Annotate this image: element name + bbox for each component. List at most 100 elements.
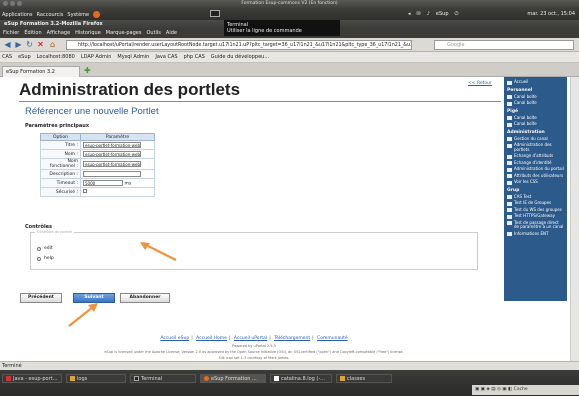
timeout-input[interactable]: 5000	[83, 179, 123, 186]
taskbar-item[interactable]: eSup Formation ...	[200, 374, 266, 383]
sidebar-item-label: Voir les CSS	[514, 179, 538, 184]
systeme-menu[interactable]: Système	[67, 12, 89, 18]
sidebar-item-label: Test du WS des groupes	[514, 206, 562, 212]
description-input[interactable]	[83, 170, 141, 177]
bookmark-item[interactable]: Java CAS	[155, 52, 177, 62]
channel-icon	[507, 101, 512, 106]
sidebar-item[interactable]: Gestion du canal	[507, 136, 564, 141]
window-controls[interactable]	[3, 1, 22, 6]
footer-link[interactable]: Téléchargement	[274, 336, 310, 341]
menu-aide[interactable]: Aide	[166, 29, 177, 38]
applications-menu[interactable]: Applications	[2, 12, 33, 18]
clock[interactable]: mar. 23 oct., 15:04	[527, 11, 575, 17]
timeout-unit: ms	[124, 181, 132, 187]
taskbar-item[interactable]: Java - esup-port...	[2, 374, 62, 383]
menu-affichage[interactable]: Affichage	[47, 29, 71, 38]
row-label: Description :	[40, 169, 81, 179]
sidebar-item[interactable]: Attributs des utilisateurs	[507, 173, 564, 178]
channel-icon	[507, 214, 512, 219]
sidebar-item[interactable]: CAS Test	[507, 194, 564, 199]
sidebar-item[interactable]: Accueil	[507, 79, 564, 85]
home-icon[interactable]: ⌂	[48, 40, 57, 49]
sidebar-item[interactable]: Test IE de Groupes	[507, 200, 564, 206]
tab-esup-formation[interactable]: eSup Formation 3.2	[2, 66, 80, 77]
taskbar-item[interactable]: logs	[66, 374, 126, 383]
stop-icon[interactable]: ✕	[36, 40, 45, 49]
precedent-button[interactable]: Précédent	[20, 293, 62, 303]
new-tab-icon[interactable]: ✚	[84, 66, 91, 75]
firefox-launcher-icon[interactable]	[93, 11, 101, 18]
bookmark-item[interactable]: Mysql Admin	[117, 52, 149, 62]
help-radio[interactable]	[37, 256, 41, 261]
sidebar-item[interactable]: Administration du portail	[507, 166, 564, 172]
menu-marque-pages[interactable]: Marque-pages	[106, 29, 142, 38]
bookmark-item[interactable]: eSup	[18, 52, 31, 62]
status-bar: Terminé	[0, 361, 579, 370]
edit-radio[interactable]	[37, 246, 41, 251]
sidebar-item[interactable]: Echange d'attributs	[507, 153, 564, 159]
retour-link[interactable]: << Retour	[468, 81, 492, 86]
tray-cache-label[interactable]: Cache	[514, 387, 528, 392]
row-label: Timeout :	[40, 178, 81, 188]
raccourcis-menu[interactable]: Raccourcis	[37, 12, 64, 18]
menu-edition[interactable]: Édition	[24, 29, 41, 38]
taskbar-item[interactable]: catalina.8.log (-...	[270, 374, 332, 383]
bookmark-item[interactable]: Guide du développeu...	[211, 52, 269, 62]
sidebar-item[interactable]: Administration des portlets	[507, 142, 564, 152]
taskbar-item[interactable]: classes	[336, 374, 392, 383]
volume-icon[interactable]: ♪	[427, 11, 430, 17]
user-label[interactable]: eSup	[436, 11, 449, 17]
menu-historique[interactable]: Historique	[75, 29, 101, 38]
bookmarks-toolbar: CAS eSup Localhost:8080 LDAP Admin Mysql…	[0, 52, 579, 63]
footer-link[interactable]: Accueil uPortal	[234, 336, 267, 341]
sidebar-section-title: Administration	[507, 129, 545, 135]
bookmark-item[interactable]: LDAP Admin	[81, 52, 112, 62]
option-help[interactable]: help	[37, 256, 54, 261]
tray-icons[interactable]: ▣ ▣ ◈ ▤ ◎ ▣ ◧	[475, 387, 512, 392]
abandonner-button[interactable]: Abandonner	[120, 293, 170, 303]
back-icon[interactable]: ◀	[3, 40, 12, 49]
nom-input[interactable]: esup-portlet-formation-web	[83, 150, 141, 157]
sidebar-item[interactable]: Test du WS des groupes	[507, 206, 564, 212]
terminal-launcher-icon[interactable]	[210, 10, 220, 17]
bookmark-item[interactable]: CAS	[2, 52, 12, 62]
menu-outils[interactable]: Outils	[146, 29, 160, 38]
menu-fichier[interactable]: Fichier	[3, 29, 19, 38]
network-icon[interactable]: ◂	[408, 11, 411, 17]
sidebar-item[interactable]: Test HTTPS/Gateway	[507, 213, 564, 219]
system-tray: ▣ ▣ ◈ ▤ ◎ ▣ ◧ Cache	[472, 385, 579, 395]
bookmark-item[interactable]: php CAS	[184, 52, 205, 62]
sidebar-item[interactable]: Canal boîte	[507, 115, 564, 120]
page-subtitle: Référencer une nouvelle Portlet	[25, 106, 159, 117]
window-title: Formation Esup-commons V2 (En fonction)	[241, 1, 338, 6]
sidebar-item[interactable]: Canal boîte	[507, 100, 564, 106]
sidebar-item[interactable]: Test de passage direct de paramètre à un…	[507, 220, 564, 230]
footer-link[interactable]: Accueil eSup	[160, 336, 189, 341]
page-title: Administration des portlets	[19, 80, 241, 99]
page-scrollbar[interactable]	[570, 77, 579, 361]
taskbar-item[interactable]: Terminal	[130, 374, 196, 383]
option-edit[interactable]: edit	[37, 246, 53, 251]
sidebar-item[interactable]: Informations ENT	[507, 231, 564, 236]
nom-fonctionnel-input[interactable]: esup-portlet-formation-web	[83, 160, 141, 167]
power-icon[interactable]: ⏻	[455, 11, 459, 17]
sidebar-item[interactable]: Canal boîte	[507, 121, 564, 127]
sidebar-item[interactable]: Canal boîte	[507, 93, 564, 99]
sidebar-item-label: Echange d'attributs	[514, 153, 554, 158]
footer-link[interactable]: Accueil Home	[196, 336, 227, 341]
titre-input[interactable]: esup-portlet-formation-web	[83, 141, 141, 148]
search-input[interactable]: Google	[434, 40, 574, 50]
reload-icon[interactable]: ↻	[25, 40, 34, 49]
sidebar-item[interactable]: Voir les CSS	[507, 179, 564, 185]
sidebar-item-label: Canal boîte	[514, 93, 537, 99]
url-input[interactable]: http://localhost/uPortal/render.userLayo…	[66, 40, 412, 50]
forward-icon[interactable]: ▶	[14, 40, 23, 49]
bookmark-item[interactable]: Localhost:8080	[37, 52, 75, 62]
sidebar-item[interactable]: Echange d'identité	[507, 160, 564, 165]
controls-groupbox: Contrôles du portlet edit help	[30, 230, 478, 270]
securise-checkbox[interactable]	[83, 189, 87, 194]
table-row: Timeout : 5000 ms	[40, 178, 155, 188]
table-row: Nom fonctionnel : esup-portlet-formation…	[40, 158, 155, 170]
mail-icon[interactable]: ✉	[417, 11, 421, 17]
footer-link[interactable]: Communauté	[317, 336, 348, 341]
